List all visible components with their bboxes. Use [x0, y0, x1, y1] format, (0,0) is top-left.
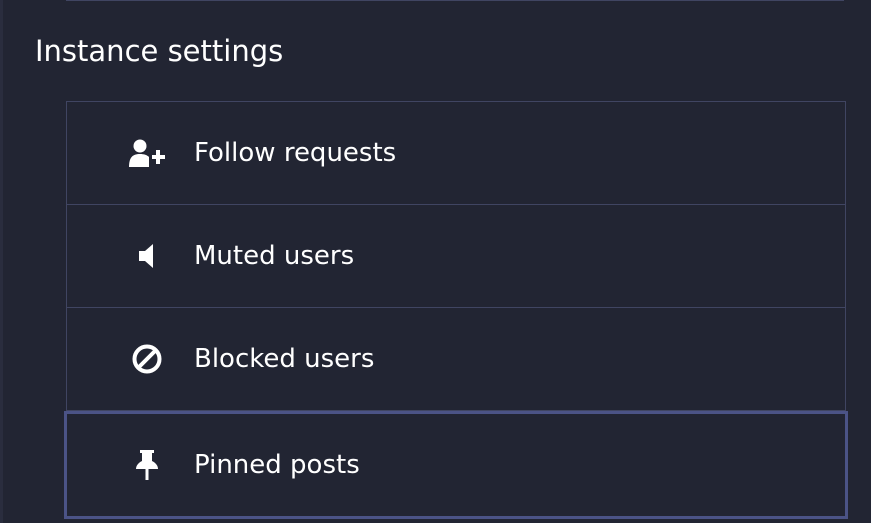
- block-icon: [129, 341, 165, 377]
- pin-icon: [129, 447, 165, 483]
- previous-list-item[interactable]: [66, 0, 844, 1]
- menu-item-label: Follow requests: [194, 138, 397, 168]
- menu-item-label: Muted users: [194, 241, 355, 271]
- menu-item-muted-users[interactable]: Muted users: [66, 205, 846, 308]
- left-divider: [0, 0, 3, 523]
- menu-item-label: Blocked users: [194, 344, 375, 374]
- section-title: Instance settings: [35, 34, 284, 68]
- menu-item-blocked-users[interactable]: Blocked users: [66, 308, 846, 411]
- volume-mute-icon: [129, 238, 165, 274]
- menu-item-pinned-posts[interactable]: Pinned posts: [64, 411, 848, 519]
- menu-item-follow-requests[interactable]: Follow requests: [66, 101, 846, 205]
- instance-settings-menu: Follow requests Muted users Blocked user…: [64, 101, 848, 519]
- user-plus-icon: [129, 135, 165, 171]
- menu-item-label: Pinned posts: [194, 450, 360, 480]
- settings-page: Instance settings Follow requests Muted …: [0, 0, 871, 523]
